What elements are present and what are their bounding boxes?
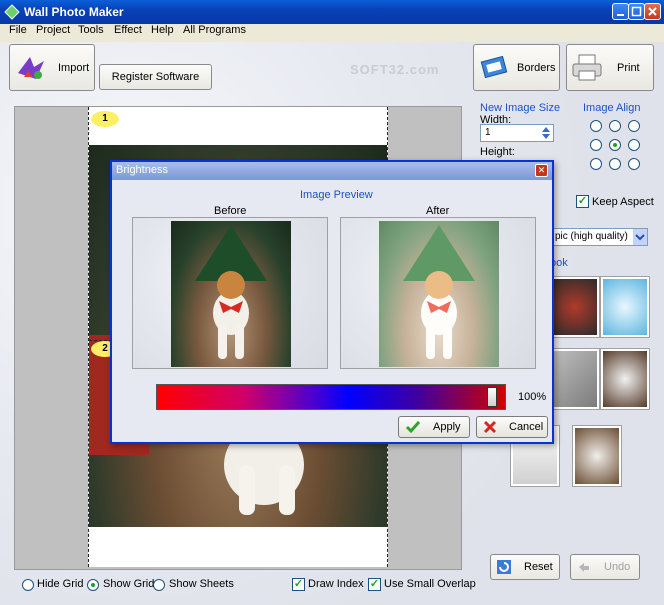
- show-sheets-label: Show Sheets: [169, 578, 234, 590]
- height-label: Height:: [480, 146, 515, 158]
- maximize-icon: [631, 6, 642, 17]
- show-grid-label: Show Grid: [103, 578, 155, 590]
- align-center-radio[interactable]: [609, 139, 621, 151]
- look-thumb-6-image: [575, 428, 619, 484]
- before-image: [171, 221, 291, 367]
- align-top-left-radio[interactable]: [590, 120, 602, 132]
- status-bar: Hide Grid Show Grid Show Sheets ✓ Draw I…: [0, 574, 664, 596]
- after-label: After: [426, 205, 450, 217]
- borders-label: Borders: [517, 61, 556, 74]
- look-thumb-6[interactable]: [572, 425, 622, 487]
- image-align-caption: Image Align: [583, 102, 641, 114]
- keep-aspect-label: Keep Aspect: [592, 196, 654, 208]
- menu-help[interactable]: Help: [151, 24, 174, 36]
- import-icon: [18, 56, 44, 79]
- show-grid-radio[interactable]: [87, 579, 99, 591]
- cancel-button[interactable]: Cancel: [476, 416, 548, 438]
- align-middle-right-radio[interactable]: [628, 139, 640, 151]
- reset-icon: [497, 560, 511, 574]
- look-thumb-1[interactable]: [550, 276, 600, 338]
- close-button[interactable]: [644, 3, 661, 20]
- menu-project[interactable]: Project: [36, 24, 70, 36]
- align-top-center-radio[interactable]: [609, 120, 621, 132]
- width-value: 1: [485, 127, 491, 138]
- look-thumb-2-image: [603, 279, 647, 335]
- before-puppy-image: [195, 225, 267, 359]
- import-label: Import: [58, 61, 90, 74]
- menu-file[interactable]: File: [9, 24, 27, 36]
- borders-icon: [480, 55, 508, 78]
- undo-label: Undo: [604, 561, 631, 573]
- apply-label: Apply: [433, 421, 461, 433]
- look-thumb-3[interactable]: [550, 348, 600, 410]
- quality-select[interactable]: pic (high quality): [550, 228, 648, 246]
- look-thumb-2[interactable]: [600, 276, 650, 338]
- toolbar: Import Register Software Borders Print: [0, 42, 664, 98]
- printer-icon: [572, 54, 602, 80]
- brightness-percent: 100%: [518, 391, 547, 403]
- align-bottom-left-radio[interactable]: [590, 158, 602, 170]
- title-bar: Wall Photo Maker: [0, 0, 664, 24]
- close-icon: [648, 7, 657, 16]
- app-icon: [4, 4, 20, 20]
- image-preview-caption: Image Preview: [300, 189, 373, 201]
- spinner-arrows-icon[interactable]: [540, 125, 552, 141]
- align-middle-left-radio[interactable]: [590, 139, 602, 151]
- hide-grid-label: Hide Grid: [37, 578, 84, 590]
- chevron-down-icon: [633, 229, 647, 245]
- dialog-close-button[interactable]: ✕: [535, 164, 548, 177]
- draw-index-checkbox[interactable]: ✓: [292, 578, 305, 591]
- print-button[interactable]: Print: [566, 44, 654, 91]
- width-input[interactable]: 1: [480, 124, 554, 142]
- before-preview-box: [132, 217, 328, 369]
- dialog-title-bar: Brightness ✕: [112, 162, 552, 180]
- minimize-icon: [617, 14, 624, 16]
- menu-bar: File Project Tools Effect Help All Progr…: [0, 24, 664, 42]
- undo-icon: [579, 563, 589, 572]
- align-bottom-right-radio[interactable]: [628, 158, 640, 170]
- maximize-button[interactable]: [628, 3, 645, 20]
- quality-value: pic (high quality): [555, 231, 628, 242]
- borders-button[interactable]: Borders: [473, 44, 560, 91]
- hide-grid-radio[interactable]: [22, 579, 34, 591]
- menu-all-programs[interactable]: All Programs: [183, 24, 246, 36]
- look-thumb-4-image: [603, 351, 647, 407]
- menu-tools[interactable]: Tools: [78, 24, 104, 36]
- use-small-overlap-label: Use Small Overlap: [384, 578, 476, 590]
- show-sheets-radio[interactable]: [153, 579, 165, 591]
- dialog-title: Brightness: [116, 164, 168, 176]
- after-preview-box: [340, 217, 536, 369]
- print-label: Print: [617, 61, 640, 74]
- checkmark-icon: [405, 421, 421, 434]
- align-bottom-center-radio[interactable]: [609, 158, 621, 170]
- reset-label: Reset: [524, 561, 553, 573]
- register-software-label: Register Software: [111, 71, 200, 83]
- align-top-right-radio[interactable]: [628, 120, 640, 132]
- brightness-slider[interactable]: [156, 384, 506, 410]
- use-small-overlap-checkbox[interactable]: ✓: [368, 578, 381, 591]
- window-title: Wall Photo Maker: [24, 5, 124, 19]
- after-puppy-image: [403, 225, 475, 359]
- look-thumb-4[interactable]: [600, 348, 650, 410]
- look-thumb-1-image: [553, 279, 597, 335]
- apply-button[interactable]: Apply: [398, 416, 470, 438]
- sheet-badge-1: 1: [91, 111, 119, 127]
- register-software-button[interactable]: Register Software: [99, 64, 212, 90]
- brightness-dialog: Brightness ✕ Image Preview Before After …: [110, 160, 554, 444]
- import-button[interactable]: Import: [9, 44, 95, 91]
- menu-effect[interactable]: Effect: [114, 24, 142, 36]
- cancel-label: Cancel: [509, 421, 544, 433]
- cancel-x-icon: [483, 420, 497, 434]
- before-label: Before: [214, 205, 247, 217]
- draw-index-label: Draw Index: [308, 578, 364, 590]
- new-image-size-caption: New Image Size: [480, 102, 561, 114]
- keep-aspect-checkbox[interactable]: ✓: [576, 195, 589, 208]
- watermark-text: SOFT32.com: [350, 62, 440, 77]
- close-icon: ✕: [537, 165, 546, 175]
- look-thumb-3-image: [553, 351, 597, 407]
- minimize-button[interactable]: [612, 3, 629, 20]
- after-image: [379, 221, 499, 367]
- brightness-slider-thumb[interactable]: [487, 387, 497, 407]
